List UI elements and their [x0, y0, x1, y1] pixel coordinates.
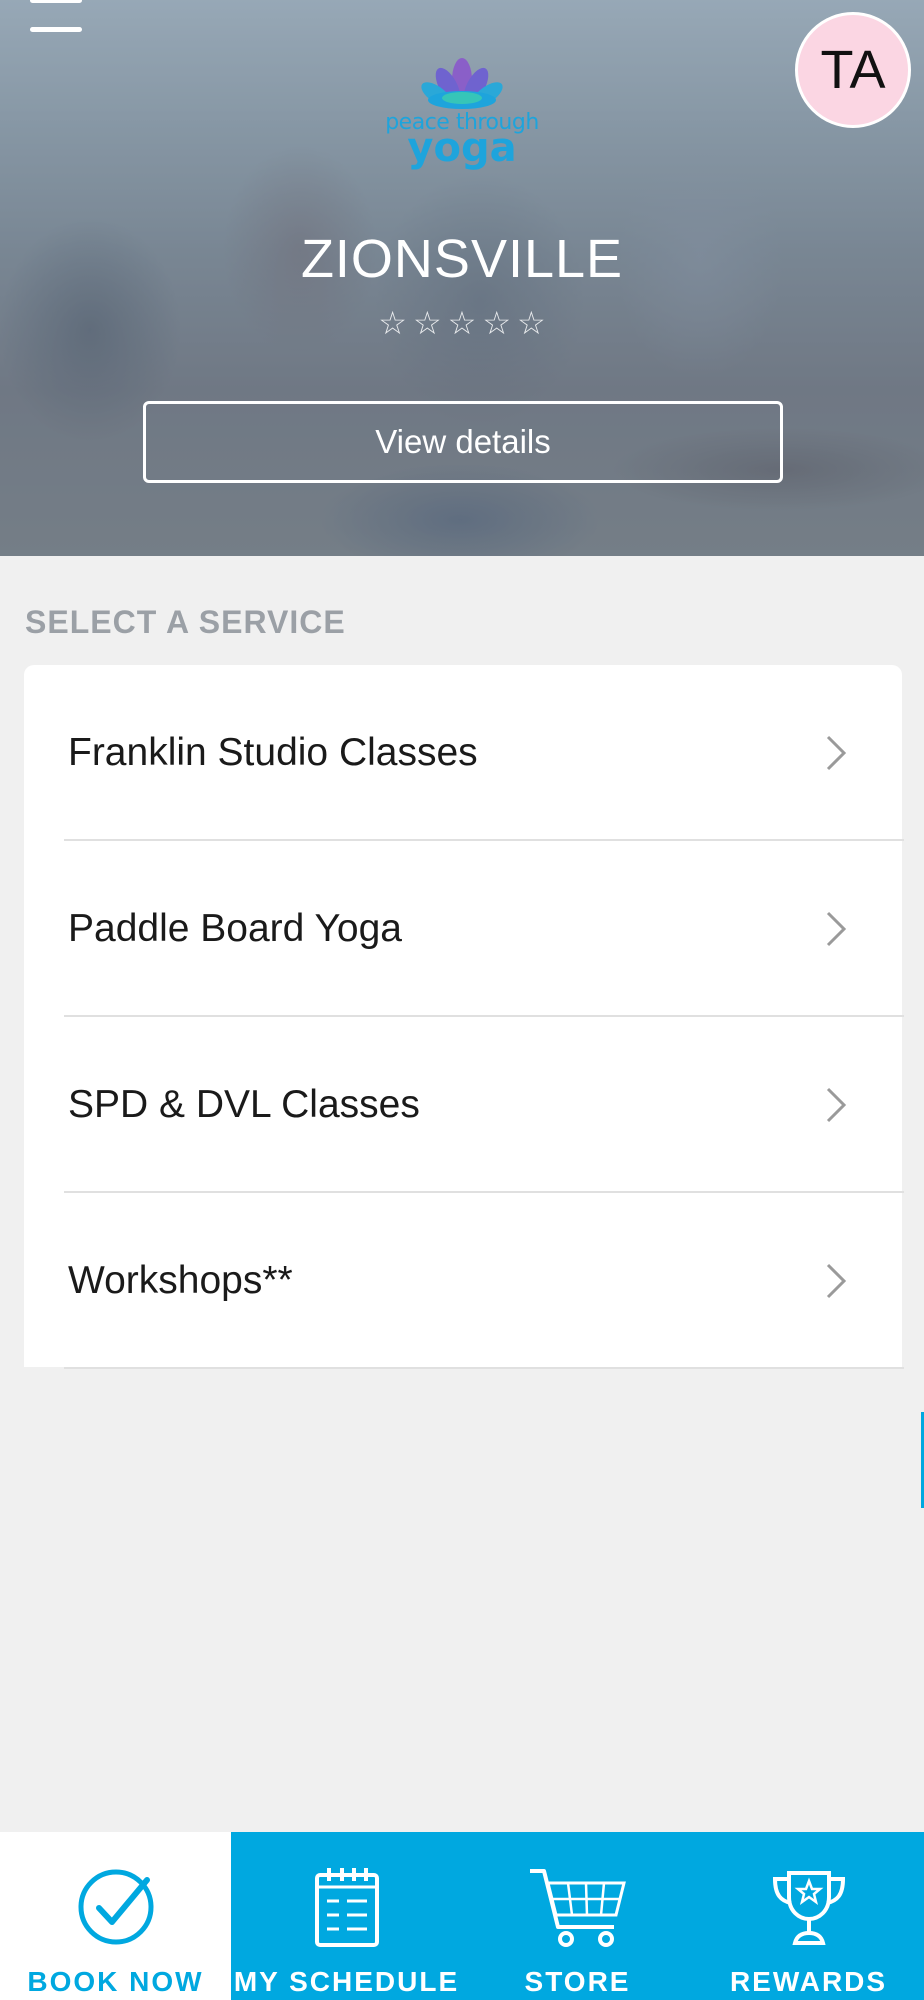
studio-logo: peace through yoga [380, 56, 544, 176]
tab-store[interactable]: STORE [462, 1832, 693, 2000]
location-title: ZIONSVILLE [300, 229, 624, 289]
tab-label: BOOK NOW [27, 1966, 204, 1997]
service-label: SPD & DVL Classes [68, 1083, 420, 1126]
service-item-paddle-board[interactable]: Paddle Board Yoga [24, 841, 904, 1017]
tab-label: STORE [524, 1966, 631, 1997]
calendar-icon [314, 1868, 379, 1947]
star-outline-icon: ☆ [378, 305, 407, 341]
star-outline-icon: ☆ [447, 305, 477, 341]
service-label: Franklin Studio Classes [68, 731, 478, 774]
rating-stars: ☆ ☆ ☆ ☆ ☆ [0, 304, 924, 342]
tab-label: MY SCHEDULE [233, 1966, 460, 1997]
trophy-icon [772, 1871, 845, 1945]
check-circle-icon [78, 1869, 153, 1945]
app-screen: TA peace through yoga ZIONSVILLE ☆ ☆ ☆ ☆ ☆ [0, 0, 924, 2000]
chevron-right-icon [826, 735, 847, 771]
service-item-spd-dvl[interactable]: SPD & DVL Classes [24, 1017, 904, 1193]
chevron-right-icon [826, 1087, 847, 1123]
view-details-button[interactable]: View details [143, 401, 783, 483]
service-label: Paddle Board Yoga [68, 907, 402, 950]
star-outline-icon: ☆ [517, 305, 546, 341]
tab-label: REWARDS [729, 1966, 888, 1997]
logo-text-bottom: yoga [407, 125, 517, 171]
service-item-workshops[interactable]: Workshops** [24, 1193, 904, 1369]
star-outline-icon: ☆ [482, 305, 512, 341]
hamburger-icon[interactable] [30, 0, 82, 32]
chevron-right-icon [826, 911, 847, 947]
tab-my-schedule[interactable]: MY SCHEDULE [231, 1832, 462, 2000]
user-avatar[interactable]: TA [795, 12, 911, 128]
tab-rewards[interactable]: REWARDS [693, 1832, 924, 2000]
lotus-icon [421, 58, 503, 109]
cart-icon [529, 1869, 626, 1947]
service-list: Franklin Studio Classes Paddle Board Yog… [24, 665, 904, 1369]
service-item-franklin[interactable]: Franklin Studio Classes [24, 665, 904, 841]
chevron-right-icon [826, 1263, 847, 1299]
star-outline-icon: ☆ [412, 305, 442, 341]
section-label: SELECT A SERVICE [25, 604, 346, 640]
location-hero: TA peace through yoga ZIONSVILLE ☆ ☆ ☆ ☆ ☆ [0, 0, 924, 556]
service-label: Workshops** [68, 1259, 293, 1302]
bottom-navigation: BOOK NOW MY SCHEDULE STORE REWARDS [0, 1832, 924, 2000]
tab-book-now[interactable]: BOOK NOW [0, 1832, 231, 2000]
